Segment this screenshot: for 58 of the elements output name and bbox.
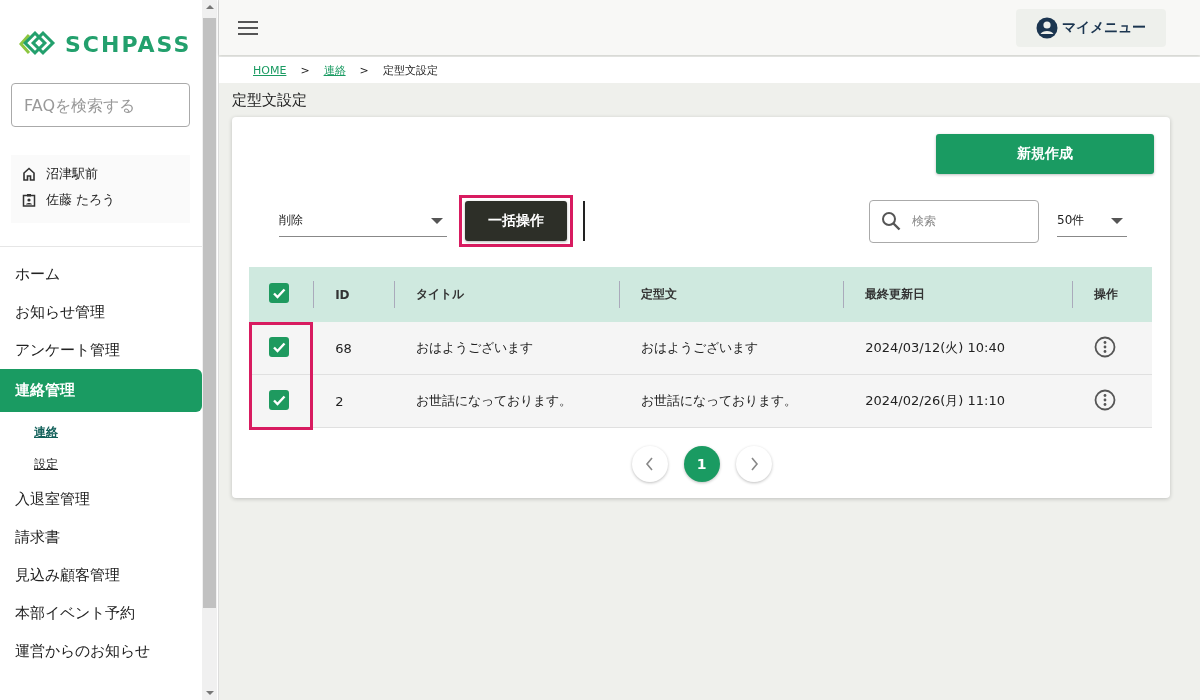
breadcrumb-separator: > (359, 63, 369, 77)
table-cell: おはようございます (416, 340, 534, 355)
table-cell: お世話になっております。 (416, 393, 573, 408)
sidebar-item[interactable]: 入退室管理 (0, 480, 202, 518)
column-header: 最終更新日 (865, 287, 926, 301)
search-icon (881, 210, 901, 231)
column-header: タイトル (416, 287, 465, 301)
logo-icon (19, 31, 57, 57)
breadcrumb-link[interactable]: 連絡 (323, 62, 346, 78)
per-page-select[interactable]: 50件 (1057, 205, 1127, 237)
faq-search-field[interactable]: FAQを検索する (11, 83, 190, 127)
sidebar-item[interactable]: 請求書 (0, 518, 202, 556)
school-name: 沼津駅前 (46, 165, 98, 183)
bulk-action-button[interactable]: 一括操作 (465, 201, 567, 241)
column-header: ID (335, 287, 350, 302)
column-header: 定型文 (640, 287, 677, 301)
table-cell: おはようございます (640, 340, 758, 355)
sidebar-subitem-link[interactable]: 連絡 (34, 423, 58, 441)
new-button[interactable]: 新規作成 (936, 134, 1154, 174)
sidebar-item[interactable]: アンケート管理 (0, 331, 202, 369)
select-all-checkbox[interactable] (269, 283, 289, 303)
home-icon (22, 167, 36, 181)
logo-text: SCHPASS (65, 31, 192, 57)
breadcrumb-separator: > (300, 63, 310, 77)
sidebar-subitem-link[interactable]: 設定 (34, 455, 58, 473)
row-checkbox[interactable] (269, 336, 289, 357)
page-button[interactable]: 1 (683, 446, 720, 482)
menu-icon[interactable] (238, 19, 258, 36)
dropdown-caret-icon (431, 217, 443, 224)
bulk-action-select[interactable]: 削除 (279, 205, 447, 237)
table-cell: お世話になっております。 (640, 393, 797, 408)
table-cell: 68 (335, 340, 352, 356)
my-menu-button[interactable]: マイメニュー (1016, 8, 1166, 47)
more-options-icon[interactable] (1093, 388, 1116, 411)
row-checkbox[interactable] (269, 389, 289, 410)
breadcrumb-current: 定型文設定 (382, 62, 438, 78)
table-cell: 2024/03/12(火) 10:40 (865, 340, 1005, 355)
table-cell: 2 (335, 393, 344, 409)
table-cell: 2024/02/26(月) 11:10 (865, 393, 1005, 408)
column-header: 操作 (1093, 287, 1118, 301)
sidebar-item[interactable]: お知らせ管理 (0, 293, 202, 331)
scrollbar[interactable] (202, 0, 217, 700)
more-options-icon[interactable] (1093, 335, 1116, 358)
dropdown-caret-icon (1111, 217, 1123, 224)
chevron-right-icon (748, 457, 759, 471)
sidebar-item[interactable]: 見込み顧客管理 (0, 556, 202, 594)
account-icon (1036, 16, 1058, 39)
sidebar-item[interactable]: ホーム (0, 255, 202, 293)
sidebar-item[interactable]: 連絡管理 (0, 369, 202, 412)
search-field[interactable]: 検索 (869, 199, 1039, 243)
user-name: 佐藤 たろう (46, 191, 116, 209)
sidebar-item[interactable]: 本部イベント予約 (0, 594, 202, 632)
breadcrumb-link[interactable]: HOME (253, 63, 287, 77)
text-cursor (583, 201, 585, 241)
sidebar-item[interactable]: 運営からのお知らせ (0, 632, 202, 670)
page-title: 定型文設定 (231, 90, 308, 111)
chevron-left-icon (644, 457, 655, 471)
id-badge-icon (22, 193, 36, 207)
